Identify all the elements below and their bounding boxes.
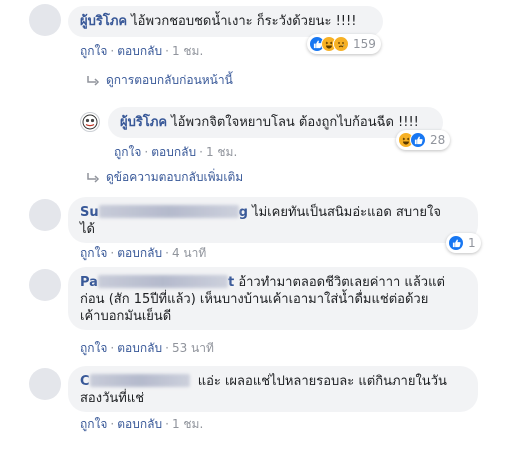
comment-text-continued: ได้ — [80, 222, 95, 237]
comment-actions: ถูกใจ · ตอบกลับ · 1 ชม. — [80, 415, 203, 434]
blurred-name — [98, 205, 239, 218]
comment-text-continued: ก่อน (สัก 15ปีที่แล้ว) เห็นบางบ้านเค้าเอ… — [80, 292, 429, 307]
reply-arrow-icon — [87, 75, 100, 86]
page-logo-avatar[interactable] — [80, 112, 100, 132]
like-link[interactable]: ถูกใจ — [80, 44, 107, 58]
like-link[interactable]: ถูกใจ — [80, 341, 107, 355]
comment-text: ไอ้พวกชอบชดน้ำเงาะ ก็ระวังด้วยนะ !!!! — [131, 14, 357, 29]
reaction-summary[interactable]: 28 — [396, 130, 451, 150]
separator: · — [144, 145, 149, 159]
author-name-end: t — [227, 275, 235, 290]
author-name-start: C — [80, 374, 90, 389]
like-reaction-icon — [410, 132, 426, 148]
comment-timestamp[interactable]: 1 ชม. — [172, 417, 203, 431]
blurred-name — [89, 374, 190, 387]
comment-timestamp[interactable]: 53 นาที — [172, 341, 214, 355]
reaction-count: 1 — [468, 236, 476, 250]
comment-text-continued: เค้าบอกมันเย็นดี — [80, 309, 172, 324]
reaction-count: 28 — [430, 133, 446, 147]
reply-link[interactable]: ตอบกลับ — [117, 417, 162, 431]
comment-bubble: C แอ่ะ เผลอแช่ไปหลายรอบละ แต่กินภายในวัน… — [68, 366, 478, 412]
comment-actions: ถูกใจ · ตอบกลับ · 4 นาที — [80, 244, 206, 263]
avatar[interactable] — [29, 269, 61, 301]
comment-text: แอ่ะ เผลอแช่ไปหลายรอบละ แต่กินภายในวัน — [197, 374, 447, 389]
avatar[interactable] — [29, 199, 61, 231]
comment-author[interactable]: Su g — [80, 205, 248, 220]
comment-bubble: Su g ไม่เคยทันเป็นสนิมอ่ะแอด สบายใจ ได้ — [68, 197, 478, 243]
avatar[interactable] — [29, 368, 61, 400]
avatar[interactable] — [29, 4, 61, 36]
reply-bubble: ผู้บริโภค ไอ้พวกจิตใจหยาบโลน ต้องถูกไบก้อ… — [108, 107, 443, 138]
comment-bubble: Pa t อ้าวทำมาตลอดชีวิตเลยค่าาา แล้วแต่ ก่… — [68, 267, 478, 330]
comment-timestamp[interactable]: 4 นาที — [172, 246, 206, 260]
like-reaction-icon — [448, 235, 464, 251]
separator: · — [165, 246, 169, 260]
view-more-replies-label: ดูข้อความตอบกลับเพิ่มเติม — [106, 170, 244, 184]
reply-link[interactable]: ตอบกลับ — [151, 145, 196, 159]
reply-arrow-icon — [87, 172, 100, 183]
comment-author[interactable]: ผู้บริโภค — [120, 115, 167, 130]
author-name-end: g — [238, 205, 248, 220]
comment-bubble: ผู้บริโภค ไอ้พวกชอบชดน้ำเงาะ ก็ระวังด้วยน… — [68, 6, 383, 37]
sad-reaction-icon — [333, 36, 349, 52]
reaction-summary[interactable]: 159 — [307, 34, 381, 54]
separator: · — [165, 417, 169, 431]
like-link[interactable]: ถูกใจ — [80, 417, 107, 431]
comment-timestamp[interactable]: 1 ชม. — [172, 44, 203, 58]
separator: · — [110, 341, 115, 355]
like-link[interactable]: ถูกใจ — [80, 246, 107, 260]
author-name-start: Pa — [80, 275, 98, 290]
blurred-name — [97, 275, 228, 288]
author-name-start: Su — [80, 205, 99, 220]
comment-text: ไม่เคยทันเป็นสนิมอ่ะแอด สบายใจ — [252, 205, 441, 220]
reply-actions: ถูกใจ · ตอบกลับ · 1 ชม. — [114, 143, 237, 162]
comment-text-continued: สองวันที่แช่ — [80, 391, 145, 406]
separator: · — [165, 341, 169, 355]
reply-link[interactable]: ตอบกลับ — [117, 341, 162, 355]
separator: · — [199, 145, 203, 159]
comment-text: ไอ้พวกจิตใจหยาบโลน ต้องถูกไบก้อนฉีด !!!! — [171, 115, 419, 130]
reply-link[interactable]: ตอบกลับ — [117, 44, 162, 58]
comment-author[interactable]: ผู้บริโภค — [80, 14, 127, 29]
comment-actions: ถูกใจ · ตอบกลับ · 1 ชม. — [80, 42, 203, 61]
comment-timestamp[interactable]: 1 ชม. — [206, 145, 237, 159]
comment-actions: ถูกใจ · ตอบกลับ · 53 นาที — [80, 339, 214, 358]
page-logo-icon — [82, 114, 98, 130]
reaction-count: 159 — [353, 37, 376, 51]
separator: · — [110, 44, 115, 58]
view-previous-replies-label: ดูการตอบกลับก่อนหน้านี้ — [106, 73, 233, 87]
view-previous-replies-link[interactable]: ดูการตอบกลับก่อนหน้านี้ — [86, 71, 233, 90]
comment-text: อ้าวทำมาตลอดชีวิตเลยค่าาา แล้วแต่ — [238, 275, 445, 290]
separator: · — [110, 417, 115, 431]
comment-author[interactable]: Pa t — [80, 275, 234, 290]
reply-link[interactable]: ตอบกลับ — [117, 246, 162, 260]
reaction-summary[interactable]: 1 — [446, 233, 481, 253]
like-link[interactable]: ถูกใจ — [114, 145, 141, 159]
separator: · — [110, 246, 115, 260]
separator: · — [165, 44, 169, 58]
comment-author[interactable]: C — [80, 374, 194, 389]
view-more-replies-link[interactable]: ดูข้อความตอบกลับเพิ่มเติม — [86, 168, 243, 187]
